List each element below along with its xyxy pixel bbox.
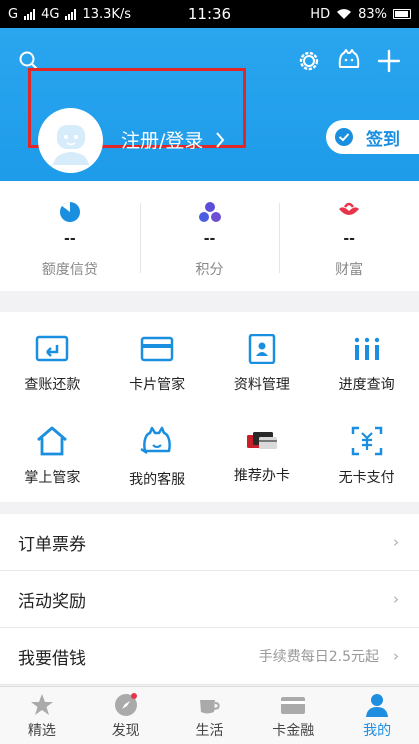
recommend-card-icon bbox=[246, 432, 277, 449]
service-bill-repay[interactable]: 查账还款 bbox=[0, 320, 105, 411]
chevron-right-icon: › bbox=[393, 590, 399, 608]
pie-chart-icon bbox=[59, 202, 80, 222]
service-label: 无卡支付 bbox=[338, 470, 395, 486]
signal-icon bbox=[24, 8, 36, 20]
bottom-tab-bar: 精选 发现 生活 卡金融 我的 bbox=[0, 686, 419, 744]
stat-credit[interactable]: -- 额度信贷 bbox=[0, 181, 140, 291]
points-icon bbox=[198, 202, 221, 222]
list-item-label: 我要借钱 bbox=[18, 648, 86, 669]
list-item-rewards[interactable]: 活动奖励 › bbox=[0, 571, 419, 628]
service-label: 进度查询 bbox=[338, 377, 395, 393]
chevron-right-icon: › bbox=[393, 647, 399, 665]
stat-value: -- bbox=[343, 231, 355, 247]
avatar[interactable] bbox=[38, 108, 103, 173]
service-card-manager[interactable]: 卡片管家 bbox=[105, 320, 210, 411]
tab-label: 发现 bbox=[111, 723, 140, 739]
wealth-icon bbox=[339, 202, 360, 215]
list-item-orders[interactable]: 订单票券 › bbox=[0, 514, 419, 571]
stat-wealth[interactable]: -- 财富 bbox=[279, 181, 419, 291]
stat-value: -- bbox=[64, 231, 76, 247]
service-label: 资料管理 bbox=[233, 377, 290, 393]
login-link[interactable]: 注册/登录 bbox=[121, 126, 225, 153]
card-manager-icon bbox=[140, 336, 174, 362]
service-label: 推荐办卡 bbox=[233, 468, 290, 484]
bill-repay-icon bbox=[36, 335, 69, 362]
star-icon bbox=[30, 694, 53, 715]
avatar-face-icon bbox=[52, 124, 89, 165]
checkin-label: 签到 bbox=[366, 129, 400, 150]
tab-card-finance[interactable]: 卡金融 bbox=[251, 687, 335, 744]
stat-points[interactable]: -- 积分 bbox=[139, 181, 280, 291]
service-grid: 查账还款 卡片管家 资料管理 进度查询 掌上管家 我的客服 推荐办卡 无卡支付 bbox=[0, 312, 419, 502]
check-circle-icon bbox=[335, 128, 353, 146]
card-icon bbox=[281, 697, 306, 714]
service-label: 卡片管家 bbox=[129, 377, 186, 393]
carrier-label: G bbox=[8, 6, 19, 22]
cup-icon bbox=[200, 700, 221, 714]
tab-mine[interactable]: 我的 bbox=[335, 687, 419, 744]
battery-icon bbox=[393, 9, 411, 19]
chevron-right-icon: › bbox=[393, 533, 399, 551]
user-icon bbox=[366, 694, 389, 717]
customer-service-icon bbox=[140, 426, 171, 455]
menu-list: 订单票券 › 活动奖励 › 我要借钱 手续费每日2.5元起 › bbox=[0, 514, 419, 685]
list-item-borrow[interactable]: 我要借钱 手续费每日2.5元起 › bbox=[0, 628, 419, 685]
list-item-label: 活动奖励 bbox=[18, 591, 86, 612]
compass-icon bbox=[114, 693, 137, 716]
add-icon[interactable] bbox=[377, 49, 401, 73]
list-item-label: 订单票券 bbox=[18, 534, 86, 555]
service-label: 我的客服 bbox=[129, 472, 186, 488]
stat-label: 额度信贷 bbox=[41, 262, 98, 278]
checkin-button[interactable]: 签到 bbox=[326, 120, 419, 154]
wifi-icon bbox=[337, 9, 352, 19]
stat-label: 财富 bbox=[335, 262, 364, 278]
tab-featured[interactable]: 精选 bbox=[0, 687, 84, 744]
service-progress-query[interactable]: 进度查询 bbox=[314, 320, 419, 411]
home-icon bbox=[37, 426, 68, 456]
stat-label: 积分 bbox=[195, 262, 224, 278]
list-item-hint: 手续费每日2.5元起 bbox=[258, 649, 379, 665]
tab-label: 生活 bbox=[195, 723, 224, 739]
login-label: 注册/登录 bbox=[121, 130, 204, 152]
network-label: 4G bbox=[41, 6, 60, 22]
signal-icon-2 bbox=[65, 8, 77, 20]
settings-gear-icon[interactable] bbox=[297, 49, 321, 73]
tab-life[interactable]: 生活 bbox=[168, 687, 252, 744]
network-speed: 13.3K/s bbox=[82, 6, 132, 22]
tab-label: 我的 bbox=[363, 723, 392, 739]
service-customer-service[interactable]: 我的客服 bbox=[105, 411, 210, 502]
tab-discover[interactable]: 发现 bbox=[84, 687, 168, 744]
service-home-manager[interactable]: 掌上管家 bbox=[0, 411, 105, 502]
tab-label: 精选 bbox=[27, 723, 56, 739]
service-label: 掌上管家 bbox=[24, 470, 81, 486]
stat-value: -- bbox=[203, 231, 216, 247]
service-label: 查账还款 bbox=[24, 377, 81, 393]
profile-manage-icon bbox=[248, 334, 276, 364]
stats-panel: -- 额度信贷 -- 积分 -- 财富 bbox=[0, 181, 419, 291]
mascot-icon[interactable] bbox=[336, 47, 362, 73]
service-cardless-pay[interactable]: 无卡支付 bbox=[314, 411, 419, 502]
status-bar: G 4G 13.3K/s 11:36 HD 83% bbox=[0, 0, 419, 28]
hd-label: HD bbox=[310, 6, 331, 22]
chevron-right-icon bbox=[216, 131, 225, 148]
tab-label: 卡金融 bbox=[272, 723, 315, 739]
progress-query-icon bbox=[354, 337, 379, 360]
service-profile-manage[interactable]: 资料管理 bbox=[210, 320, 315, 411]
service-recommend-card[interactable]: 推荐办卡 bbox=[210, 411, 315, 502]
battery-percent: 83% bbox=[358, 6, 387, 22]
cardless-pay-icon bbox=[351, 426, 382, 456]
